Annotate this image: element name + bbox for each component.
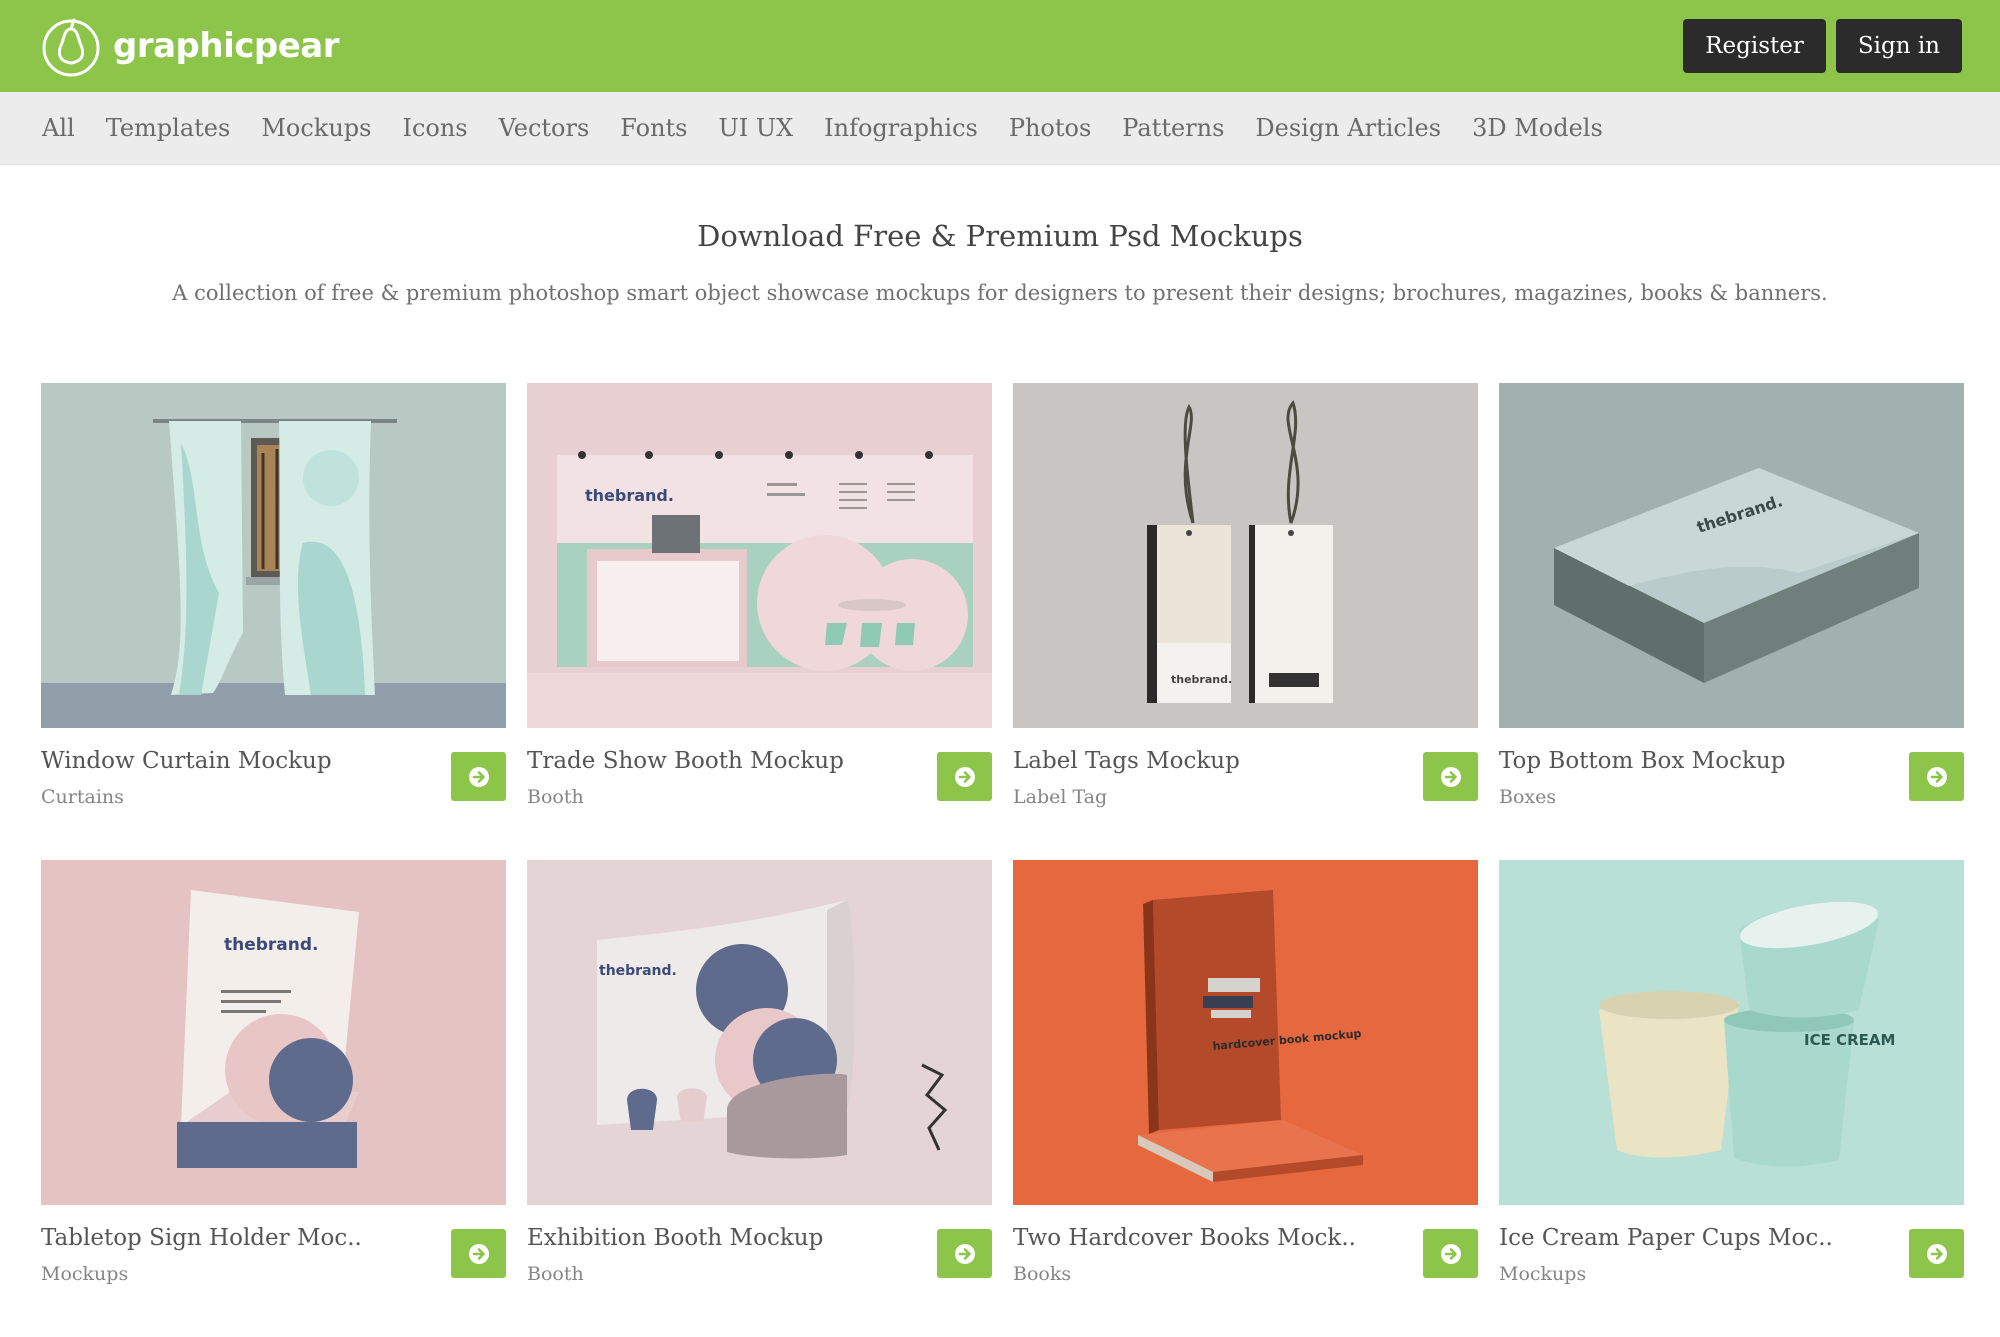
nav-item-infographics[interactable]: Infographics	[824, 114, 978, 142]
booth-image-icon: thebrand.	[527, 383, 992, 728]
label-tags-image-icon: thebrand.	[1013, 383, 1478, 728]
arrow-right-icon	[1926, 1243, 1947, 1264]
page-intro: Download Free & Premium Psd Mockups A co…	[0, 219, 2000, 305]
category-nav: All Templates Mockups Icons Vectors Font…	[0, 92, 2000, 165]
curtain-image-icon	[41, 383, 506, 728]
label-tags-thumbnail[interactable]: thebrand.	[1013, 383, 1478, 728]
card-title[interactable]: Top Bottom Box Mockup	[1499, 748, 1785, 774]
exhibition-thumbnail[interactable]: thebrand.	[527, 860, 992, 1205]
nav-item-ui-ux[interactable]: UI UX	[719, 114, 794, 142]
card-category[interactable]: Booth	[527, 1263, 823, 1285]
nav-item-design-articles[interactable]: Design Articles	[1255, 114, 1441, 142]
card-title[interactable]: Ice Cream Paper Cups Moc..	[1499, 1225, 1833, 1251]
open-mockup-button[interactable]	[1423, 1229, 1478, 1278]
page-title: Download Free & Premium Psd Mockups	[697, 219, 1303, 253]
cup-text: ICE CREAM	[1804, 1031, 1895, 1049]
sign-holder-image-icon: thebrand.	[41, 860, 506, 1205]
nav-item-photos[interactable]: Photos	[1009, 114, 1091, 142]
mockup-card: thebrand. Exhibition Booth Mockup Booth	[527, 860, 992, 1337]
card-category[interactable]: Mockups	[1499, 1263, 1833, 1285]
open-mockup-button[interactable]	[1909, 1229, 1964, 1278]
mockup-card: thebrand. Tabletop Sign Holder Moc.. Moc…	[41, 860, 506, 1337]
arrow-right-icon	[468, 1243, 489, 1264]
booth-brand-text: thebrand.	[585, 486, 674, 505]
mockup-card: ICE CREAM Ice Cream Paper Cups Moc.. Moc…	[1499, 860, 1964, 1337]
open-mockup-button[interactable]	[937, 1229, 992, 1278]
sign-brand-text: thebrand.	[224, 935, 319, 955]
nav-item-vectors[interactable]: Vectors	[499, 114, 590, 142]
ice-cream-image-icon: ICE CREAM	[1499, 860, 1964, 1205]
mockup-card: hardcover book mockup Two Hardcover Book…	[1013, 860, 1478, 1337]
exhibition-brand-text: thebrand.	[599, 963, 677, 979]
nav-item-fonts[interactable]: Fonts	[620, 114, 687, 142]
open-mockup-button[interactable]	[1423, 752, 1478, 801]
page-subtitle: A collection of free & premium photoshop…	[172, 281, 1828, 305]
site-header: graphicpear Register Sign in	[0, 0, 2000, 92]
card-category[interactable]: Booth	[527, 786, 844, 808]
curtain-thumbnail[interactable]	[41, 383, 506, 728]
mockup-card: thebrand. Top Bottom Box Mockup Boxes	[1499, 383, 1964, 860]
arrow-right-icon	[1440, 766, 1461, 787]
books-image-icon: hardcover book mockup	[1013, 860, 1478, 1205]
box-image-icon: thebrand.	[1499, 383, 1964, 728]
nav-item-patterns[interactable]: Patterns	[1122, 114, 1224, 142]
mockup-grid: Window Curtain Mockup Curtains thebrand.…	[41, 383, 1965, 1337]
tag-brand-text: thebrand.	[1171, 673, 1232, 686]
mockup-card: Window Curtain Mockup Curtains	[41, 383, 506, 860]
sign-in-button[interactable]: Sign in	[1835, 19, 1962, 73]
mockup-card: thebrand. Label Tags Mockup Label Tag	[1013, 383, 1478, 860]
arrow-right-icon	[954, 1243, 975, 1264]
card-title[interactable]: Exhibition Booth Mockup	[527, 1225, 823, 1251]
sign-holder-thumbnail[interactable]: thebrand.	[41, 860, 506, 1205]
card-title[interactable]: Trade Show Booth Mockup	[527, 748, 844, 774]
open-mockup-button[interactable]	[1909, 752, 1964, 801]
card-category[interactable]: Boxes	[1499, 786, 1785, 808]
nav-item-all[interactable]: All	[42, 114, 75, 142]
nav-item-icons[interactable]: Icons	[402, 114, 467, 142]
card-category[interactable]: Books	[1013, 1263, 1356, 1285]
card-title[interactable]: Tabletop Sign Holder Moc..	[41, 1225, 362, 1251]
card-title[interactable]: Window Curtain Mockup	[41, 748, 332, 774]
logo[interactable]: graphicpear	[41, 15, 340, 77]
card-category[interactable]: Curtains	[41, 786, 332, 808]
logo-text: graphicpear	[113, 26, 340, 66]
open-mockup-button[interactable]	[451, 752, 506, 801]
books-thumbnail[interactable]: hardcover book mockup	[1013, 860, 1478, 1205]
card-category[interactable]: Label Tag	[1013, 786, 1240, 808]
pear-logo-icon	[42, 18, 100, 77]
nav-item-3d-models[interactable]: 3D Models	[1472, 114, 1603, 142]
ice-cream-thumbnail[interactable]: ICE CREAM	[1499, 860, 1964, 1205]
exhibition-image-icon: thebrand.	[527, 860, 992, 1205]
open-mockup-button[interactable]	[451, 1229, 506, 1278]
nav-item-mockups[interactable]: Mockups	[261, 114, 371, 142]
arrow-right-icon	[1440, 1243, 1461, 1264]
arrow-right-icon	[1926, 766, 1947, 787]
booth-thumbnail[interactable]: thebrand.	[527, 383, 992, 728]
nav-item-templates[interactable]: Templates	[106, 114, 231, 142]
card-category[interactable]: Mockups	[41, 1263, 362, 1285]
open-mockup-button[interactable]	[937, 752, 992, 801]
arrow-right-icon	[954, 766, 975, 787]
card-title[interactable]: Label Tags Mockup	[1013, 748, 1240, 774]
card-title[interactable]: Two Hardcover Books Mock..	[1013, 1225, 1356, 1251]
mockup-card: thebrand. Trade Show Booth Mockup Booth	[527, 383, 992, 860]
register-button[interactable]: Register	[1683, 19, 1826, 73]
arrow-right-icon	[468, 766, 489, 787]
box-thumbnail[interactable]: thebrand.	[1499, 383, 1964, 728]
